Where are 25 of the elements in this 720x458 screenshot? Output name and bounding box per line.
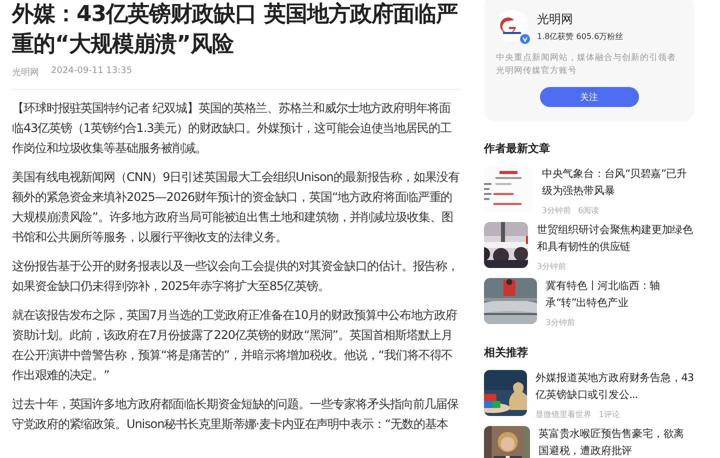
post-time: 3分钟前 (542, 205, 571, 216)
article-source: 显微镜里看世界 (536, 409, 592, 420)
article-paragraph: 就在该报告发布之际，英国7月当选的工党政府正准备在10月的财政预算中公布地方政府资助计划。此前，该政府在7月份披露了220亿英镑的财政“黑洞”。英国首相斯塔默上月在公开演讲中曾警告称，预算“将是痛苦的”，并暗示将增加税收。他说，“我们将不得不作出艰难的决定。” (12, 307, 458, 384)
article-link[interactable]: 世贸组织研讨会聚焦构建更加绿色和具有韧性的供应链 (537, 222, 694, 256)
section-heading: 作者最新文章 (484, 141, 551, 156)
article-link[interactable]: 中央气象台：台风“贝碧嘉”已升级为强热带风暴 (542, 166, 694, 200)
author-description: 光明网传媒官方账号 (496, 65, 578, 78)
post-time: 3分钟前 (546, 317, 575, 328)
article-link[interactable]: 英富贵水喉匠预告售豪宅，欲离国避税，遭政府批评 (538, 426, 694, 458)
author-description: 中央重点新闻网站，媒体融合与创新的引领者 (496, 52, 677, 65)
article-link[interactable]: 外媒报道英地方政府财务告急，43亿英镑缺口或引发公... (536, 370, 694, 404)
article-paragraph: 【环球时报驻英国特约记者 纪双城】英国的英格兰、苏格兰和威尔士地方政府明年将面临43亿英镑（1英镑约合1.3美元）的财政缺口。外媒预计，这可能会迫使当地居民的工作岗位和垃圾收集等基础服务被削减。 (12, 100, 452, 157)
article-paragraph: 这份报告基于公开的财务报表以及一些议会向工会提供的对其资金缺口的估计。报告称，如果资金缺口仍未得到弥补，2025年赤字将扩大至85亿英镑。 (12, 258, 460, 295)
article-paragraph: 过去十年，英国许多地方政府都面临长期资金短缺的问题。一些专家将矛头指向前几届保守党政府的紧缩政策。Unison秘书长克里斯蒂娜·麦卡内亚在声明中表示：“无数的基本 (12, 396, 460, 433)
publish-date: 2024-09-11 13:35 (51, 66, 132, 78)
article-link[interactable]: 冀有特色丨河北临西：轴承“转”出特色产业 (546, 278, 694, 312)
post-time: 3分钟前 (537, 261, 566, 272)
read-count: 6阅读 (578, 205, 600, 216)
author-name[interactable]: 光明网 (537, 10, 624, 28)
article-title: 外媒：43亿英镑财政缺口 英国地方政府面临严重的“大规模崩溃”风险 (12, 0, 458, 59)
section-heading: 相关推荐 (484, 345, 529, 360)
follow-button[interactable]: 关注 (540, 87, 638, 107)
comment-count: 1评论 (598, 409, 620, 420)
article-paragraph: 美国有线电视新闻网（CNN）9日引述英国最大工会组织Unison的最新报告称，如果没有额外的紧急资金来填补2025—2026财年预计的资金缺口，英国“地方政府将面临严重的大规模崩溃风险”。许多地方政府当局可能被迫出售土地和建筑物，并削减垃圾收集、图书馆和公共厕所等服务，以履行平衡收支的法律义务。 (12, 169, 460, 246)
author-stats: 1.8亿获赞 605.6万粉丝 (537, 30, 624, 42)
